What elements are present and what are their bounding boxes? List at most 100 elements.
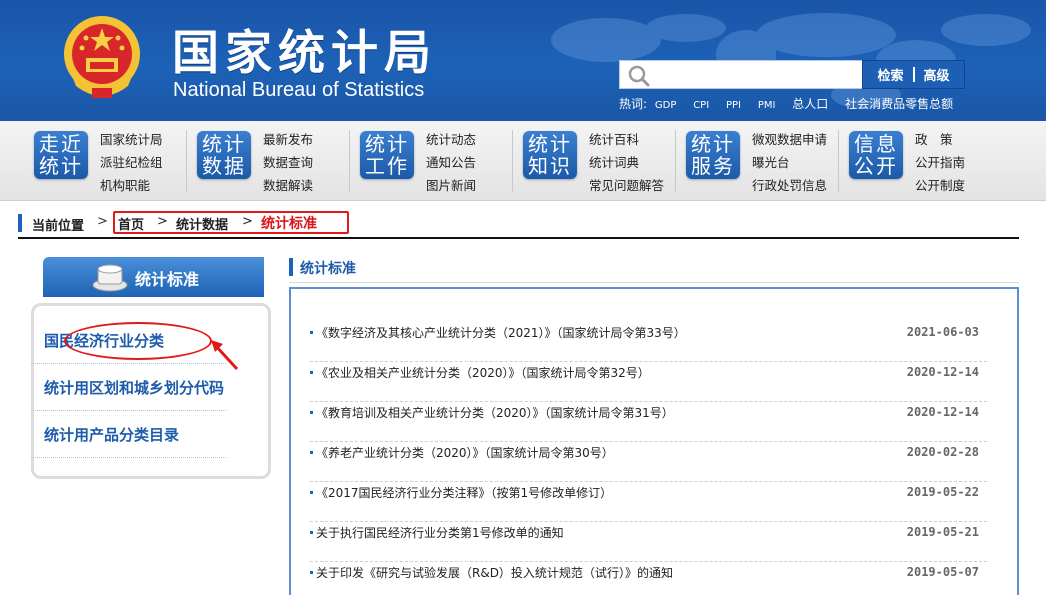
nav-link[interactable]: 政 策 — [915, 128, 965, 151]
nav-link[interactable]: 数据查询 — [263, 151, 313, 174]
list-item-date: 2019-05-07 — [906, 565, 979, 579]
nav-link[interactable]: 曝光台 — [752, 151, 827, 174]
search-button-separator — [912, 67, 915, 82]
list-item-date: 2019-05-21 — [906, 525, 979, 539]
annotation-oval — [64, 322, 212, 360]
bullet-icon — [310, 451, 313, 454]
nav-link[interactable]: 派驻纪检组 — [100, 151, 163, 174]
list-item: 《教育培训及相关产业统计分类（2020）》（国家统计局令第31号） 2020-1… — [310, 402, 987, 442]
nav-links: 国家统计局 派驻纪检组 机构职能 — [100, 128, 163, 197]
breadcrumb: 当前位置 > 首页 > 统计数据 > 统计标准 — [18, 211, 1019, 239]
hotword-link[interactable]: GDP — [655, 100, 676, 111]
main-nav: 走近 统计 国家统计局 派驻纪检组 机构职能 统计 数据 最新发布 数据查询 数据解… — [0, 121, 1046, 201]
nav-link[interactable]: 机构职能 — [100, 174, 163, 197]
nav-badge-data[interactable]: 统计 数据 — [197, 131, 251, 179]
search-button[interactable]: 检索 — [877, 65, 903, 84]
site-header: 国家统计局 National Bureau of Statistics 检索 高… — [0, 0, 1046, 121]
nav-group-data: 统计 数据 最新发布 数据查询 数据解读 — [197, 128, 347, 194]
sidebar-header: 统计标准 — [43, 257, 264, 297]
hotword-link[interactable]: PPI — [726, 100, 741, 111]
bullet-icon — [310, 411, 313, 414]
list-item: 《数字经济及其核心产业统计分类（2021）》（国家统计局令第33号） 2021-… — [310, 322, 987, 362]
server-icon — [92, 264, 128, 292]
panel-title-line — [289, 282, 1019, 283]
list-item: 《养老产业统计分类（2020）》（国家统计局令第30号） 2020-02-28 — [310, 442, 987, 482]
nav-divider — [186, 130, 187, 192]
list-item-date: 2019-05-22 — [906, 485, 979, 499]
list-item-title[interactable]: 关于印发《研究与试验发展（R&D）投入统计规范（试行）》的通知 — [316, 564, 673, 581]
nav-link[interactable]: 通知公告 — [426, 151, 476, 174]
nav-links: 最新发布 数据查询 数据解读 — [263, 128, 313, 197]
nav-badge-work[interactable]: 统计 工作 — [360, 131, 414, 179]
panel-title-marker — [289, 258, 293, 276]
list-item: 《农业及相关产业统计分类（2020）》（国家统计局令第32号） 2020-12-… — [310, 362, 987, 402]
advanced-search-button[interactable]: 高级 — [924, 65, 950, 84]
list-item-title[interactable]: 《养老产业统计分类（2020）》（国家统计局令第30号） — [316, 444, 614, 461]
breadcrumb-separator: > — [242, 214, 253, 229]
site-title-cn: 国家统计局 — [172, 26, 437, 81]
list-item-title[interactable]: 《数字经济及其核心产业统计分类（2021）》（国家统计局令第33号） — [316, 324, 686, 341]
hotword-link[interactable]: 社会消费品零售总额 — [845, 97, 953, 111]
nav-link[interactable]: 统计百科 — [589, 128, 664, 151]
nav-divider — [838, 130, 839, 192]
annotation-arrow-icon — [211, 340, 239, 371]
nav-links: 微观数据申请 曝光台 行政处罚信息 — [752, 128, 827, 197]
panel-title: 统计标准 — [300, 261, 356, 277]
sidebar-item-product-catalog[interactable]: 统计用产品分类目录 — [31, 412, 226, 458]
list-item-date: 2020-02-28 — [906, 445, 979, 459]
bullet-icon — [310, 371, 313, 374]
nav-links: 统计百科 统计词典 常见问题解答 — [589, 128, 664, 197]
nav-link[interactable]: 公开指南 — [915, 151, 965, 174]
nav-group-about: 走近 统计 国家统计局 派驻纪检组 机构职能 — [34, 128, 184, 194]
nav-link[interactable]: 国家统计局 — [100, 128, 163, 151]
nav-link[interactable]: 微观数据申请 — [752, 128, 827, 151]
nav-link[interactable]: 图片新闻 — [426, 174, 476, 197]
breadcrumb-separator: > — [97, 214, 108, 229]
list-item: 关于执行国民经济行业分类第1号修改单的通知 2019-05-21 — [310, 522, 987, 562]
hotword-link[interactable]: CPI — [693, 100, 709, 111]
list-item-title[interactable]: 关于执行国民经济行业分类第1号修改单的通知 — [316, 524, 564, 541]
search-buttons: 检索 高级 — [862, 60, 965, 89]
nav-badge-service[interactable]: 统计 服务 — [686, 131, 740, 179]
national-emblem-icon — [64, 16, 140, 98]
sidebar-item-division-codes[interactable]: 统计用区划和城乡划分代码 — [31, 365, 226, 411]
nav-link[interactable]: 统计词典 — [589, 151, 664, 174]
list-item: 《2017国民经济行业分类注释》（按第1号修改单修订） 2019-05-22 — [310, 482, 987, 522]
nav-link[interactable]: 统计动态 — [426, 128, 476, 151]
nav-group-work: 统计 工作 统计动态 通知公告 图片新闻 — [360, 128, 510, 194]
nav-divider — [349, 130, 350, 192]
breadcrumb-home[interactable]: 首页 — [118, 214, 144, 233]
search-box: 检索 高级 — [619, 60, 965, 89]
breadcrumb-current[interactable]: 统计标准 — [261, 213, 317, 233]
list-item-title[interactable]: 《农业及相关产业统计分类（2020）》（国家统计局令第32号） — [316, 364, 650, 381]
bullet-icon — [310, 331, 313, 334]
nav-divider — [675, 130, 676, 192]
hotword-link[interactable]: 总人口 — [792, 97, 828, 111]
breadcrumb-statistics-data[interactable]: 统计数据 — [176, 214, 228, 233]
sidebar-title: 统计标准 — [135, 270, 200, 289]
nav-badge-public[interactable]: 信息 公开 — [849, 131, 903, 179]
list-item-date: 2021-06-03 — [906, 325, 979, 339]
nav-group-public: 信息 公开 政 策 公开指南 公开制度 — [849, 128, 999, 194]
nav-divider — [512, 130, 513, 192]
list-item-date: 2020-12-14 — [906, 365, 979, 379]
nav-badge-about[interactable]: 走近 统计 — [34, 131, 88, 179]
nav-link[interactable]: 最新发布 — [263, 128, 313, 151]
hotwords: 热词: GDP CPI PPI PMI 总人口 社会消费品零售总额 — [619, 95, 966, 112]
breadcrumb-underline — [18, 237, 1019, 239]
bullet-icon — [310, 531, 313, 534]
nav-links: 政 策 公开指南 公开制度 — [915, 128, 965, 197]
list-item: 关于印发《研究与试验发展（R&D）投入统计规范（试行）》的通知 2019-05-… — [310, 562, 987, 595]
hotword-link[interactable]: PMI — [758, 100, 776, 111]
hotwords-label: 热词: — [619, 97, 648, 111]
breadcrumb-separator: > — [157, 214, 168, 229]
nav-link[interactable]: 公开制度 — [915, 174, 965, 197]
list-item-title[interactable]: 《2017国民经济行业分类注释》（按第1号修改单修订） — [316, 484, 612, 501]
bullet-icon — [310, 491, 313, 494]
nav-link[interactable]: 数据解读 — [263, 174, 313, 197]
nav-link[interactable]: 常见问题解答 — [589, 174, 664, 197]
nav-badge-knowledge[interactable]: 统计 知识 — [523, 131, 577, 179]
nav-link[interactable]: 行政处罚信息 — [752, 174, 827, 197]
list-item-title[interactable]: 《教育培训及相关产业统计分类（2020）》（国家统计局令第31号） — [316, 404, 674, 421]
search-input[interactable] — [656, 63, 856, 87]
